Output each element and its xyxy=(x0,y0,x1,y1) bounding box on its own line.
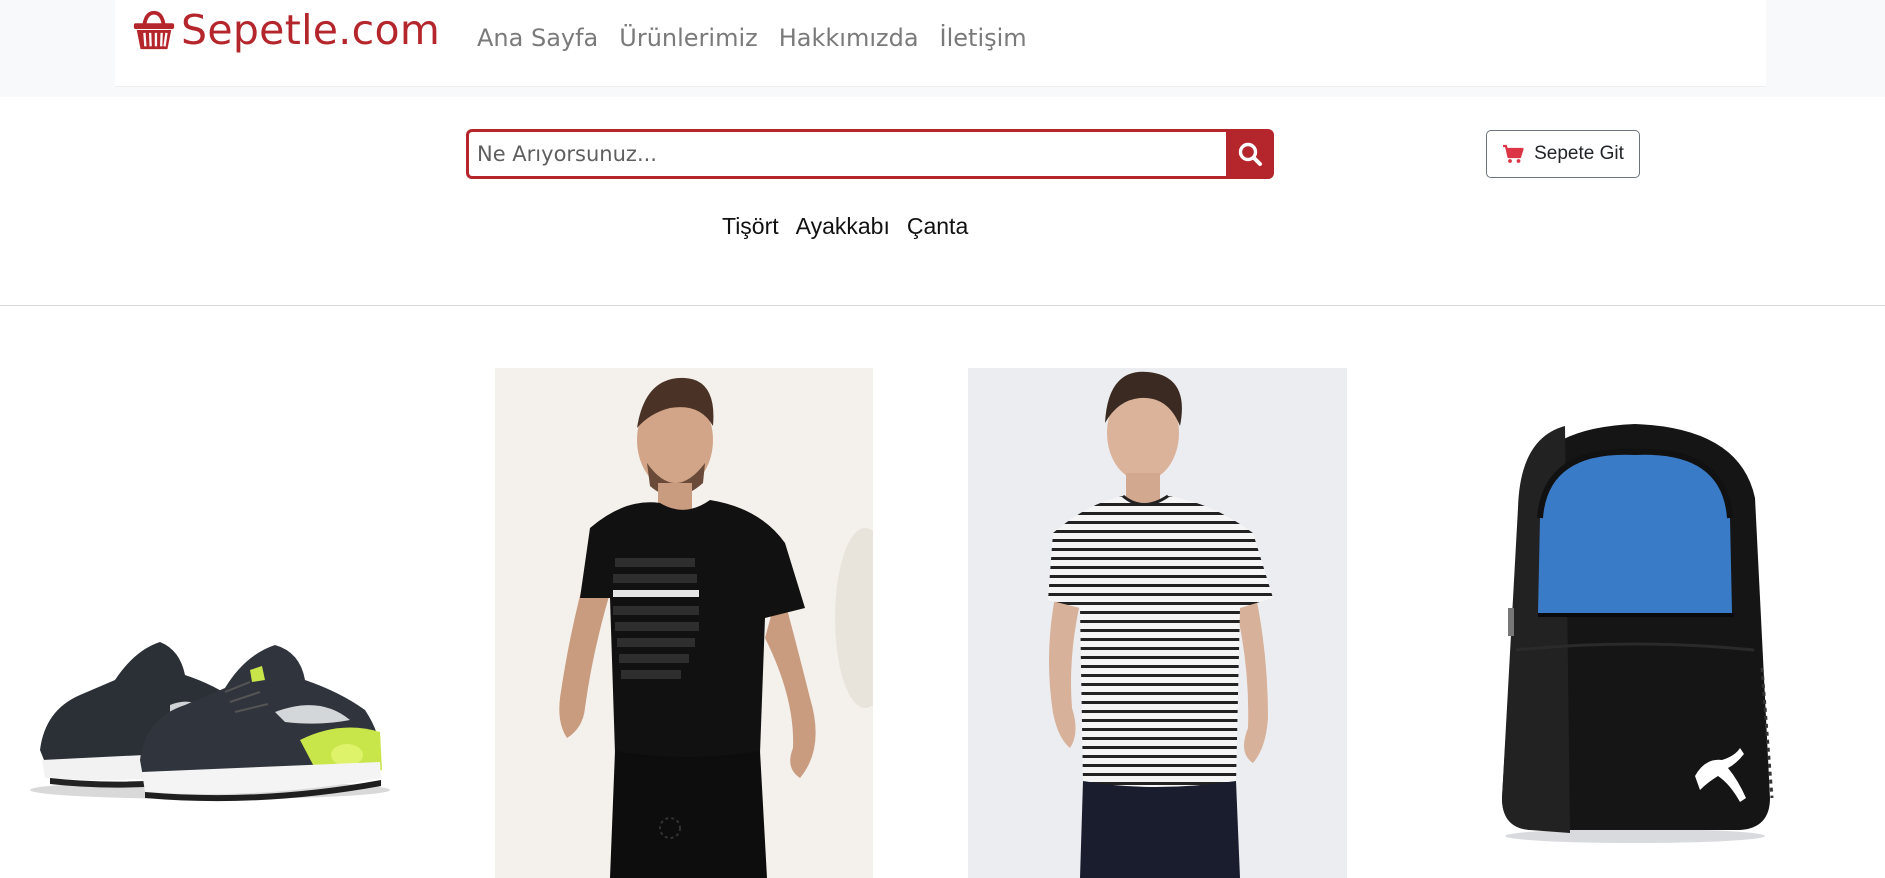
section-divider xyxy=(0,305,1885,306)
nav-link-home[interactable]: Ana Sayfa xyxy=(477,24,598,52)
brand-logo[interactable]: Sepetle.com xyxy=(131,6,440,54)
go-to-cart-button[interactable]: Sepete Git xyxy=(1486,130,1640,178)
sneaker-image xyxy=(30,642,390,802)
search-icon xyxy=(1238,142,1262,166)
search-bar xyxy=(466,129,1274,179)
brand-name: Sepetle.com xyxy=(181,6,441,54)
category-tshirt[interactable]: Tişört xyxy=(722,213,779,240)
black-tshirt-image xyxy=(495,368,873,878)
search-button[interactable] xyxy=(1226,129,1274,179)
navbar: Sepetle.com Ana Sayfa Ürünlerimiz Hakkım… xyxy=(115,0,1766,87)
nav-links: Ana Sayfa Ürünlerimiz Hakkımızda İletişi… xyxy=(477,24,1048,52)
search-input[interactable] xyxy=(466,129,1226,179)
category-shoes[interactable]: Ayakkabı xyxy=(796,213,890,240)
nav-link-about[interactable]: Hakkımızda xyxy=(779,24,919,52)
product-card-backpack[interactable] xyxy=(1490,418,1780,846)
basket-icon xyxy=(133,10,175,50)
category-links: Tişört Ayakkabı Çanta xyxy=(722,213,968,240)
go-to-cart-label: Sepete Git xyxy=(1534,143,1624,164)
cart-icon xyxy=(1503,144,1524,163)
nav-link-contact[interactable]: İletişim xyxy=(940,24,1027,52)
product-card-striped-tshirt[interactable] xyxy=(968,368,1347,878)
nav-link-products[interactable]: Ürünlerimiz xyxy=(619,24,757,52)
backpack-image xyxy=(1502,424,1774,843)
category-bag[interactable]: Çanta xyxy=(907,213,968,240)
striped-tshirt-image xyxy=(968,368,1347,878)
product-card-black-tshirt[interactable] xyxy=(495,368,873,878)
product-card-sneaker[interactable] xyxy=(20,600,400,810)
